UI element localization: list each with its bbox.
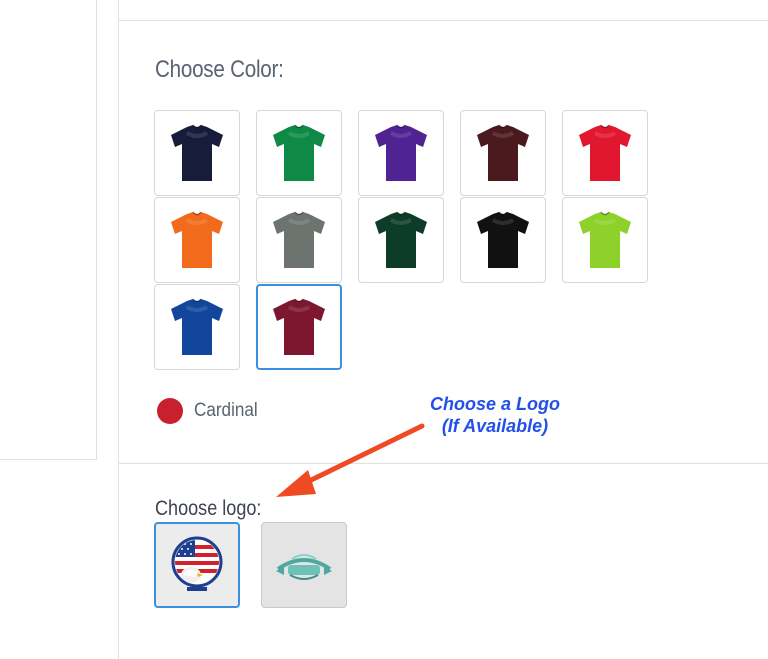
- swatch-royal-blue-tshirt[interactable]: [154, 284, 240, 370]
- swatch-forest-green-tshirt[interactable]: [358, 197, 444, 283]
- teal-boat-logo-icon: [276, 554, 332, 580]
- top-divider: [118, 20, 768, 21]
- red-tshirt-icon: [579, 124, 631, 181]
- swatch-red-tshirt[interactable]: [562, 110, 648, 196]
- purple-tshirt-icon: [375, 124, 427, 181]
- annotation-line-2: (If Available): [441, 416, 549, 436]
- swatch-orange-tshirt[interactable]: [154, 197, 240, 283]
- choose-logo-heading: Choose logo:: [155, 497, 262, 520]
- black-tshirt-icon: [477, 211, 529, 268]
- selected-color-name: Cardinal: [194, 400, 258, 421]
- swatch-cardinal-tshirt[interactable]: [256, 284, 342, 370]
- choose-color-heading: Choose Color:: [155, 56, 284, 83]
- navy-tshirt-icon: [171, 124, 223, 181]
- swatch-gray-tshirt[interactable]: [256, 197, 342, 283]
- swatch-lime-tshirt[interactable]: [562, 197, 648, 283]
- orange-tshirt-icon: [171, 211, 223, 268]
- swatch-maroon-tshirt[interactable]: [460, 110, 546, 196]
- logo-annotation-callout: Choose a Logo (If Available): [410, 393, 580, 437]
- left-panel-bottom-border: [0, 459, 97, 460]
- logo-option-teal-boat[interactable]: [261, 522, 347, 608]
- royal-blue-tshirt-icon: [171, 298, 223, 355]
- maroon-tshirt-icon: [477, 124, 529, 181]
- swatch-black-tshirt[interactable]: [460, 197, 546, 283]
- left-panel-border: [96, 0, 97, 460]
- swatch-green-tshirt[interactable]: [256, 110, 342, 196]
- flag-eagle-logo-icon: [171, 536, 223, 591]
- section-divider: [118, 463, 768, 464]
- swatch-navy-tshirt[interactable]: [154, 110, 240, 196]
- selected-color-indicator: Cardinal: [157, 398, 265, 424]
- forest-green-tshirt-icon: [375, 211, 427, 268]
- lime-tshirt-icon: [579, 211, 631, 268]
- gray-tshirt-icon: [273, 211, 325, 268]
- swatch-purple-tshirt[interactable]: [358, 110, 444, 196]
- logo-option-flag-eagle[interactable]: [154, 522, 240, 608]
- main-panel-border: [118, 0, 119, 659]
- annotation-line-1: Choose a Logo: [430, 394, 560, 414]
- cardinal-tshirt-icon: [273, 298, 325, 355]
- annotation-arrow-icon: [276, 423, 425, 497]
- green-tshirt-icon: [273, 124, 325, 181]
- selected-color-dot: [157, 398, 183, 424]
